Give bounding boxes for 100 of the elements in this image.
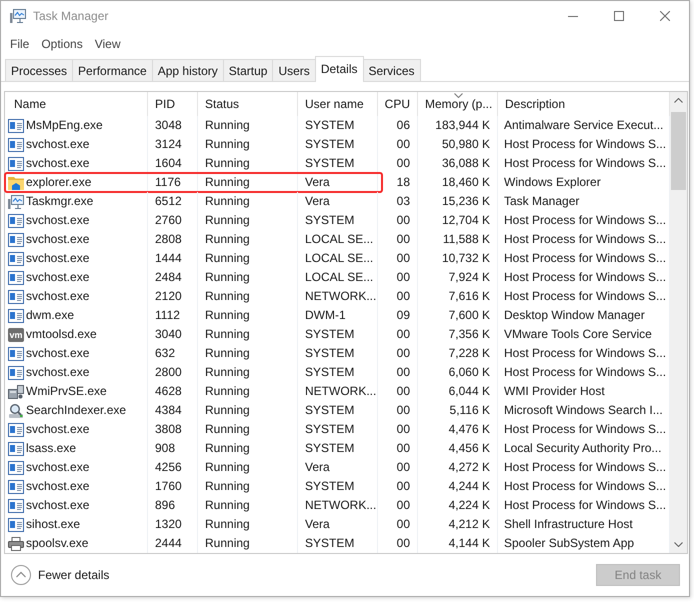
- table-cell: 09: [396, 308, 410, 322]
- table-cell: Running: [205, 346, 250, 360]
- table-cell: Running: [205, 137, 250, 151]
- table-cell: Running: [205, 118, 250, 132]
- table-cell: SYSTEM: [305, 479, 354, 493]
- table-cell: 10,732 K: [442, 251, 490, 265]
- tab[interactable]: Performance: [72, 59, 153, 81]
- tab[interactable]: Services: [362, 59, 421, 81]
- process-name: svchost.exe: [26, 421, 90, 438]
- app-window-icon: [8, 480, 24, 494]
- tab[interactable]: Processes: [5, 59, 74, 81]
- menu-item[interactable]: View: [88, 34, 126, 52]
- table-cell: SYSTEM: [305, 213, 354, 227]
- table-cell: Host Process for Windows S...: [504, 232, 666, 246]
- menu-item[interactable]: Options: [35, 34, 89, 52]
- table-cell: 00: [396, 270, 410, 284]
- table-cell: Local Security Authority Pro...: [504, 441, 662, 455]
- table-cell: 00: [396, 517, 410, 531]
- process-name: svchost.exe: [26, 212, 90, 229]
- table-cell: Running: [205, 270, 250, 284]
- table-cell: 03: [396, 194, 410, 208]
- tab[interactable]: App history: [152, 59, 224, 81]
- app-window-icon: [8, 270, 24, 284]
- table-cell: Running: [205, 498, 250, 512]
- app-window-icon: [8, 460, 24, 474]
- computer-icon: [8, 384, 24, 398]
- table-cell: 00: [396, 251, 410, 265]
- table-cell: Vera: [305, 175, 330, 189]
- table-cell: Running: [205, 536, 250, 550]
- process-name: svchost.exe: [26, 345, 90, 362]
- table-cell: 00: [396, 232, 410, 246]
- tab[interactable]: Details: [314, 56, 364, 82]
- table-cell: 1112: [155, 308, 180, 322]
- table-cell: SYSTEM: [305, 327, 354, 341]
- process-name: svchost.exe: [26, 155, 90, 172]
- table-cell: 4,244 K: [448, 479, 490, 493]
- table-cell: 6,060 K: [448, 365, 490, 379]
- table-cell: DWM-1: [305, 308, 346, 322]
- table-cell: 36,088 K: [442, 156, 490, 170]
- app-window-icon: [8, 156, 24, 170]
- app-window-icon: [8, 118, 24, 132]
- process-name: MsMpEng.exe: [26, 117, 103, 134]
- app-window-icon: [8, 308, 24, 322]
- chart-monitor-icon: [10, 9, 26, 23]
- table-cell: Running: [205, 289, 250, 303]
- table-cell: Running: [205, 308, 250, 322]
- table-cell: Host Process for Windows S...: [504, 137, 666, 151]
- table-cell: Vera: [305, 517, 330, 531]
- table-cell: 4,212 K: [448, 517, 490, 531]
- table-cell: 7,924 K: [448, 270, 490, 284]
- menu-item[interactable]: File: [4, 34, 36, 52]
- table-cell: Running: [205, 213, 250, 227]
- app-window-icon: [8, 252, 24, 266]
- app-window-icon: [8, 366, 24, 380]
- table-cell: 2444: [155, 536, 182, 550]
- table-cell: Running: [205, 251, 250, 265]
- table-cell: Host Process for Windows S...: [504, 479, 666, 493]
- fewer-details-button[interactable]: Fewer details: [11, 565, 110, 585]
- table-cell: 7,600 K: [448, 308, 490, 322]
- table-cell: 00: [396, 498, 410, 512]
- table-cell: 11,588 K: [442, 232, 490, 246]
- table-cell: 183,944 K: [435, 118, 490, 132]
- table-cell: SYSTEM: [305, 346, 354, 360]
- table-cell: LOCAL SE...: [305, 251, 374, 265]
- table-cell: 2120: [155, 289, 182, 303]
- tab[interactable]: Startup: [222, 59, 274, 81]
- process-name: lsass.exe: [26, 440, 76, 457]
- app-window-icon: [8, 290, 24, 304]
- table-cell: Host Process for Windows S...: [504, 289, 666, 303]
- table-cell: LOCAL SE...: [305, 232, 374, 246]
- app-window-icon: [8, 518, 24, 532]
- tab[interactable]: Users: [272, 59, 316, 81]
- table-cell: 2808: [155, 232, 182, 246]
- table-cell: 00: [396, 384, 410, 398]
- process-name: WmiPrvSE.exe: [26, 383, 107, 400]
- table-cell: 18: [396, 175, 410, 189]
- table-cell: 6,044 K: [448, 384, 490, 398]
- table-cell: Host Process for Windows S...: [504, 270, 666, 284]
- table-cell: NETWORK...: [305, 384, 376, 398]
- table-cell: Microsoft Windows Search I...: [504, 403, 663, 417]
- process-name: Taskmgr.exe: [26, 193, 94, 210]
- table-cell: 00: [396, 346, 410, 360]
- table-cell: 00: [396, 137, 410, 151]
- table-cell: 00: [396, 479, 410, 493]
- table-cell: SYSTEM: [305, 441, 354, 455]
- table-cell: 00: [396, 403, 410, 417]
- table-cell: 50,980 K: [442, 137, 490, 151]
- table-cell: Host Process for Windows S...: [504, 422, 666, 436]
- table-cell: VMware Tools Core Service: [504, 327, 652, 341]
- window-title: Task Manager: [33, 9, 110, 23]
- table-cell: 7,356 K: [448, 327, 490, 341]
- table-cell: 3048: [155, 118, 182, 132]
- table-cell: 1760: [155, 479, 182, 493]
- table-cell: 00: [396, 213, 410, 227]
- scroll-thumb[interactable]: [671, 112, 686, 190]
- app-window-icon: [8, 498, 24, 512]
- table-cell: 00: [396, 289, 410, 303]
- process-name: svchost.exe: [26, 459, 90, 476]
- table-cell: Running: [205, 441, 250, 455]
- table-cell: 00: [396, 441, 410, 455]
